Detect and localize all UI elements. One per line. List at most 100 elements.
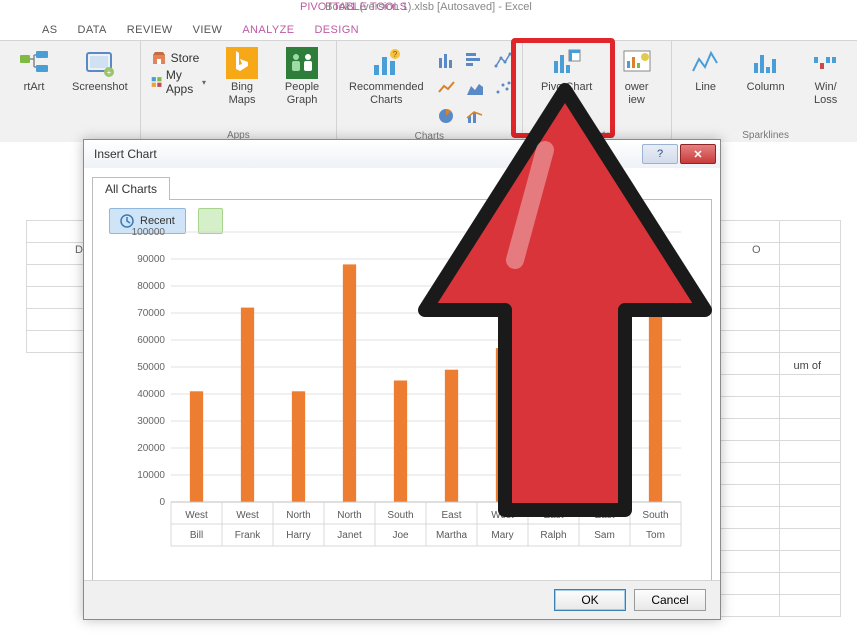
- recommended-charts-button[interactable]: ? Recommended Charts: [343, 43, 430, 111]
- svg-text:40000: 40000: [137, 389, 165, 400]
- pivotchart-icon: [551, 47, 583, 79]
- chevron-down-icon: ▾: [202, 78, 206, 87]
- svg-text:Harry: Harry: [286, 530, 310, 541]
- help-icon: ?: [657, 148, 663, 160]
- tab-analyze[interactable]: ANALYZE: [232, 20, 304, 40]
- svg-text:East: East: [543, 510, 563, 521]
- screenshot-label: Screenshot: [72, 81, 128, 94]
- svg-text:Tom: Tom: [646, 530, 665, 541]
- dialog-title: Insert Chart: [94, 147, 157, 161]
- svg-text:80000: 80000: [137, 281, 165, 292]
- pie-chart-button[interactable]: [434, 103, 460, 129]
- svg-text:East: East: [594, 510, 614, 521]
- close-button[interactable]: ✕: [680, 144, 716, 164]
- tab-as[interactable]: AS: [32, 20, 67, 40]
- svg-text:East: East: [441, 510, 461, 521]
- powerview-icon: [621, 47, 653, 79]
- dialog-footer: OK Cancel: [84, 580, 720, 619]
- ribbon: rtArt + Screenshot Store My Apps ▾: [0, 41, 857, 144]
- smartart-label: rtArt: [24, 81, 45, 94]
- dialog-title-bar[interactable]: Insert Chart ? ✕: [84, 140, 720, 169]
- svg-text:100000: 100000: [132, 227, 166, 238]
- svg-text:South: South: [387, 510, 413, 521]
- sparkline-line-icon: [690, 47, 722, 79]
- svg-text:West: West: [491, 510, 514, 521]
- recommended-charts-icon: ?: [370, 47, 402, 79]
- smartart-button[interactable]: rtArt: [6, 43, 62, 98]
- bingmaps-button[interactable]: Bing Maps: [214, 43, 270, 111]
- svg-text:Frank: Frank: [235, 530, 262, 541]
- tab-all-charts[interactable]: All Charts: [92, 177, 170, 200]
- stock-chart-button[interactable]: [490, 47, 516, 73]
- svg-text:West: West: [236, 510, 259, 521]
- svg-text:20000: 20000: [137, 443, 165, 454]
- svg-text:North: North: [337, 510, 361, 521]
- svg-text:50000: 50000: [137, 362, 165, 373]
- ribbon-tabs: AS DATA REVIEW VIEW ANALYZE DESIGN: [0, 14, 857, 41]
- svg-text:70000: 70000: [137, 308, 165, 319]
- myapps-button[interactable]: My Apps ▾: [147, 71, 210, 93]
- svg-text:Bill: Bill: [190, 530, 203, 541]
- group-sparklines: Line Column Win/ Loss Sparklines: [672, 41, 857, 143]
- powerview-button[interactable]: ower iew: [609, 43, 665, 111]
- combo-chart-button[interactable]: [462, 103, 488, 129]
- store-icon: [151, 50, 167, 66]
- tab-review[interactable]: REVIEW: [117, 20, 183, 40]
- peoplegraph-icon: [286, 47, 318, 79]
- insert-chart-dialog: Insert Chart ? ✕ All Charts Recent 01000…: [83, 139, 721, 620]
- powerview-label: ower iew: [625, 81, 649, 107]
- bingmaps-label: Bing Maps: [229, 81, 256, 107]
- svg-text:Joe: Joe: [392, 530, 409, 541]
- myapps-label: My Apps: [166, 68, 198, 96]
- myapps-icon: [151, 74, 162, 90]
- svg-text:+: +: [106, 68, 111, 77]
- svg-text:Martha: Martha: [436, 530, 468, 541]
- tab-design[interactable]: DESIGN: [304, 20, 369, 40]
- title-bar: PIVOTTABLE TOOLS Book1 (version 1).xlsb …: [0, 0, 857, 14]
- recommended-charts-label: Recommended Charts: [349, 81, 424, 107]
- tab-data[interactable]: DATA: [67, 20, 116, 40]
- dialog-body: All Charts Recent 0100002000030000400005…: [84, 168, 720, 581]
- chart-preview[interactable]: 0100002000030000400005000060000700008000…: [111, 222, 691, 562]
- screenshot-button[interactable]: + Screenshot: [66, 43, 134, 98]
- svg-text:West: West: [185, 510, 208, 521]
- svg-text:90000: 90000: [137, 254, 165, 265]
- svg-text:Sam: Sam: [594, 530, 615, 541]
- sparkline-line-button[interactable]: Line: [678, 43, 734, 98]
- help-button[interactable]: ?: [642, 144, 678, 164]
- pivotchart-button[interactable]: PivotChart: [529, 43, 605, 98]
- area-chart-button[interactable]: [462, 75, 488, 101]
- line-chart-button[interactable]: [434, 75, 460, 101]
- scatter-chart-button[interactable]: [490, 75, 516, 101]
- radar-chart-button[interactable]: [490, 103, 516, 129]
- group-charts: ? Recommended Charts Charts: [337, 41, 523, 143]
- close-icon: ✕: [693, 148, 702, 161]
- chart-type-grid: [434, 43, 516, 129]
- pivotchart-label: PivotChart: [541, 81, 592, 94]
- group-illustrations: rtArt + Screenshot: [0, 41, 141, 143]
- bing-icon: [226, 47, 258, 79]
- sparkline-column-button[interactable]: Column: [738, 43, 794, 98]
- group-apps: Store My Apps ▾ Bing Maps People Graph A…: [141, 41, 337, 143]
- svg-text:0: 0: [159, 497, 165, 508]
- svg-text:South: South: [642, 510, 668, 521]
- grid-cells-right[interactable]: [718, 220, 841, 617]
- bar-chart-button[interactable]: [462, 47, 488, 73]
- sparkline-line-label: Line: [695, 81, 716, 94]
- svg-text:North: North: [286, 510, 310, 521]
- ok-button[interactable]: OK: [554, 589, 626, 611]
- screenshot-icon: +: [84, 47, 116, 79]
- sparkline-winloss-label: Win/ Loss: [814, 81, 837, 107]
- peoplegraph-button[interactable]: People Graph: [274, 43, 330, 111]
- cancel-button[interactable]: Cancel: [634, 589, 706, 611]
- sparkline-winloss-icon: [810, 47, 842, 79]
- tab-view[interactable]: VIEW: [183, 20, 233, 40]
- svg-text:Ralph: Ralph: [540, 530, 566, 541]
- svg-text:Janet: Janet: [337, 530, 362, 541]
- column-chart-button[interactable]: [434, 47, 460, 73]
- chart-legend: um of: [793, 360, 821, 372]
- store-button[interactable]: Store: [147, 47, 210, 69]
- chart-preview-frame: Recent 010000200003000040000500006000070…: [92, 199, 712, 589]
- sparkline-winloss-button[interactable]: Win/ Loss: [798, 43, 854, 111]
- peoplegraph-label: People Graph: [285, 81, 319, 107]
